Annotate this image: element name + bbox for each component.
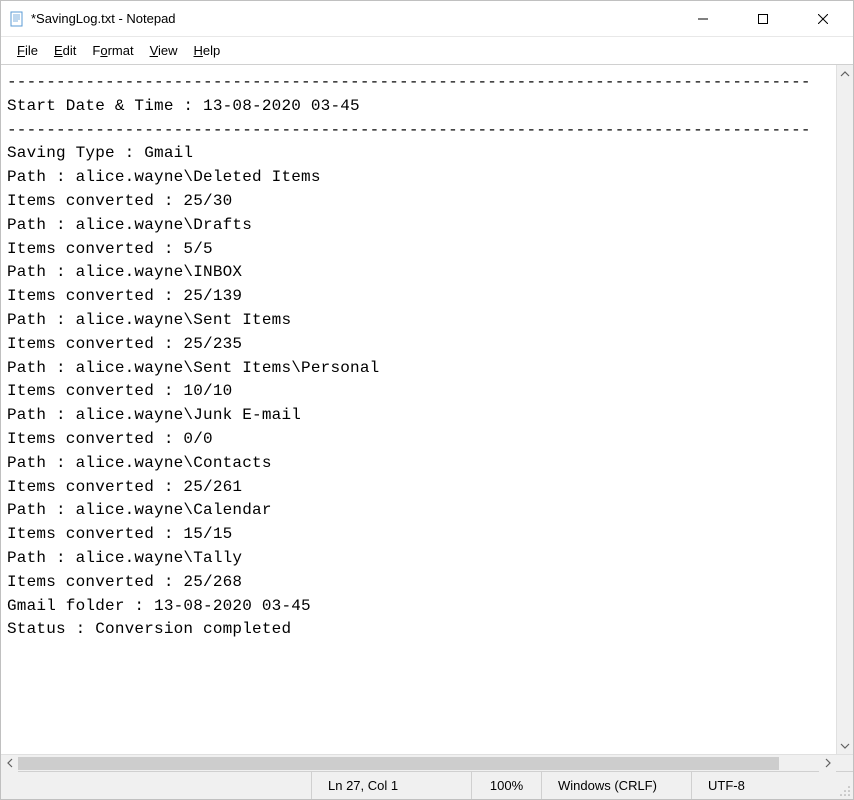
scroll-left-button[interactable] xyxy=(1,755,18,772)
horizontal-scrollbar-row xyxy=(1,754,853,771)
status-encoding: UTF-8 xyxy=(691,772,836,799)
scroll-right-button[interactable] xyxy=(819,755,836,772)
resize-grip-icon[interactable] xyxy=(836,772,853,799)
content-area: ----------------------------------------… xyxy=(1,65,853,754)
horizontal-scroll-track[interactable] xyxy=(18,755,819,771)
scroll-down-button[interactable] xyxy=(837,737,853,754)
menu-help[interactable]: Help xyxy=(186,39,229,62)
notepad-icon xyxy=(9,11,25,27)
close-button[interactable] xyxy=(793,1,853,36)
window-controls xyxy=(673,1,853,36)
minimize-button[interactable] xyxy=(673,1,733,36)
menu-view[interactable]: View xyxy=(142,39,186,62)
horizontal-scroll-thumb[interactable] xyxy=(18,757,779,770)
vertical-scrollbar[interactable] xyxy=(836,65,853,754)
status-zoom: 100% xyxy=(471,772,541,799)
titlebar: *SavingLog.txt - Notepad xyxy=(1,1,853,37)
menubar: File Edit Format View Help xyxy=(1,37,853,65)
scrollbar-corner xyxy=(836,755,853,772)
status-line-col: Ln 27, Col 1 xyxy=(311,772,471,799)
status-line-ending: Windows (CRLF) xyxy=(541,772,691,799)
menu-edit[interactable]: Edit xyxy=(46,39,84,62)
maximize-button[interactable] xyxy=(733,1,793,36)
text-editor[interactable]: ----------------------------------------… xyxy=(1,65,836,754)
horizontal-scrollbar[interactable] xyxy=(1,755,836,771)
window-title: *SavingLog.txt - Notepad xyxy=(31,11,673,26)
menu-format[interactable]: Format xyxy=(84,39,141,62)
statusbar: Ln 27, Col 1 100% Windows (CRLF) UTF-8 xyxy=(1,771,853,799)
scroll-up-button[interactable] xyxy=(837,65,853,82)
menu-file[interactable]: File xyxy=(9,39,46,62)
